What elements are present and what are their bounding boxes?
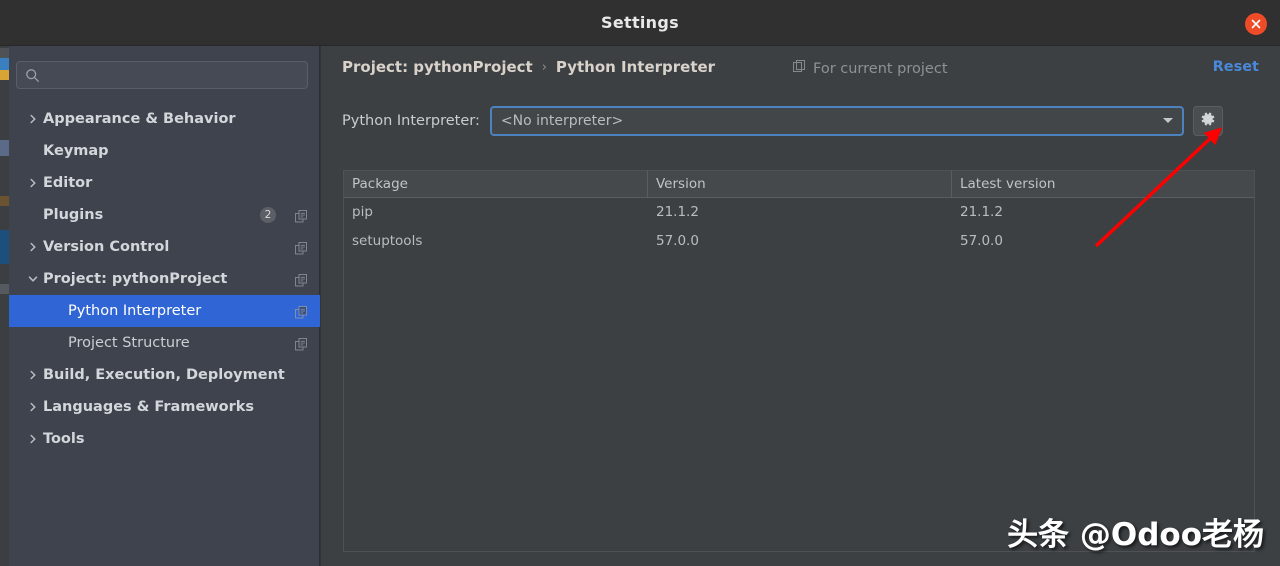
- sidebar-item-tools[interactable]: Tools: [9, 423, 320, 455]
- window-title: Settings: [601, 13, 679, 32]
- sidebar-item-keymap[interactable]: Keymap: [9, 135, 320, 167]
- sidebar-item-label: Python Interpreter: [68, 303, 202, 319]
- chevron-down-icon[interactable]: [1162, 118, 1173, 123]
- chevron-right-icon[interactable]: [23, 434, 43, 444]
- copy-settings-icon[interactable]: [295, 336, 308, 355]
- sidebar-item-build-execution-deployment[interactable]: Build, Execution, Deployment: [9, 359, 320, 391]
- settings-dialog: Settings Appearance & Behavior Keymap Edit…: [0, 0, 1280, 566]
- sidebar-item-label: Project: pythonProject: [43, 271, 228, 287]
- reset-button[interactable]: Reset: [1213, 59, 1259, 75]
- interpreter-value: <No interpreter>: [500, 113, 624, 129]
- settings-tree: Appearance & Behavior Keymap Editor Plugins…: [9, 103, 320, 455]
- sidebar-item-label: Editor: [43, 175, 93, 191]
- table-cell: pip: [352, 204, 373, 220]
- sidebar-item-project-structure[interactable]: Project Structure: [9, 327, 320, 359]
- sidebar-item-version-control[interactable]: Version Control: [9, 231, 320, 263]
- chevron-right-icon[interactable]: [23, 178, 43, 188]
- copy-settings-icon[interactable]: [295, 304, 308, 323]
- chevron-right-icon[interactable]: [23, 242, 43, 252]
- interpreter-dropdown[interactable]: <No interpreter>: [489, 106, 1184, 136]
- breadcrumb-parent[interactable]: Project: pythonProject: [342, 58, 533, 76]
- chevron-right-icon[interactable]: [23, 402, 43, 412]
- column-header-package[interactable]: Package: [344, 171, 648, 198]
- sidebar-item-plugins[interactable]: Plugins 2: [9, 199, 320, 231]
- chevron-down-icon[interactable]: [23, 274, 43, 284]
- project-scope-icon: [793, 60, 806, 77]
- interpreter-row: Python Interpreter: <No interpreter>: [342, 106, 1223, 136]
- sidebar-item-label: Version Control: [43, 239, 170, 255]
- search-box[interactable]: [16, 61, 308, 89]
- title-bar: Settings: [0, 0, 1280, 46]
- sidebar-item-label: Appearance & Behavior: [43, 111, 236, 127]
- search-input[interactable]: [47, 62, 303, 88]
- packages-table-header: Package Version Latest version: [344, 171, 1254, 198]
- settings-content-panel: Project: pythonProject › Python Interpre…: [321, 46, 1280, 566]
- sidebar-item-editor[interactable]: Editor: [9, 167, 320, 199]
- table-row[interactable]: pip 21.1.2 21.1.2: [344, 198, 1254, 227]
- sidebar-item-label: Tools: [43, 431, 85, 447]
- gear-icon: [1200, 111, 1216, 131]
- copy-settings-icon[interactable]: [295, 240, 308, 259]
- breadcrumb-separator-icon: ›: [541, 59, 547, 75]
- sidebar-item-label: Languages & Frameworks: [43, 399, 255, 415]
- packages-table: Package Version Latest version pip 21.1.2 21…: [343, 170, 1255, 552]
- sidebar-item-languages-frameworks[interactable]: Languages & Frameworks: [9, 391, 320, 423]
- column-header-latest-version[interactable]: Latest version: [952, 171, 1254, 198]
- breadcrumb-current: Python Interpreter: [555, 58, 716, 76]
- packages-table-body: pip 21.1.2 21.1.2 setuptools 57.0.0 57.0.0: [344, 198, 1254, 256]
- breadcrumb: Project: pythonProject › Python Interpre…: [342, 58, 715, 76]
- sidebar-item-label: Plugins: [43, 207, 104, 223]
- plugins-update-badge: 2: [260, 207, 276, 223]
- sidebar-item-project-pythonproject[interactable]: Project: pythonProject: [9, 263, 320, 295]
- table-cell: 21.1.2: [960, 204, 1003, 220]
- sidebar-item-appearance-behavior[interactable]: Appearance & Behavior: [9, 103, 320, 135]
- table-row[interactable]: setuptools 57.0.0 57.0.0: [344, 227, 1254, 256]
- settings-sidebar: Appearance & Behavior Keymap Editor Plugins…: [9, 46, 320, 566]
- chevron-right-icon[interactable]: [23, 114, 43, 124]
- copy-settings-icon[interactable]: [295, 272, 308, 291]
- table-cell: setuptools: [352, 233, 423, 249]
- table-cell: 57.0.0: [960, 233, 1003, 249]
- sidebar-item-label: Project Structure: [68, 335, 190, 351]
- sidebar-item-label: Build, Execution, Deployment: [43, 367, 285, 383]
- chevron-right-icon[interactable]: [23, 370, 43, 380]
- scope-note-label: For current project: [813, 60, 948, 77]
- close-icon[interactable]: [1245, 13, 1267, 35]
- copy-settings-icon[interactable]: [295, 208, 308, 227]
- scope-note: For current project: [793, 60, 948, 77]
- table-cell: 21.1.2: [656, 204, 699, 220]
- sidebar-item-python-interpreter[interactable]: Python Interpreter: [9, 295, 320, 327]
- interpreter-label: Python Interpreter:: [342, 113, 480, 129]
- search-icon: [25, 68, 40, 87]
- column-header-version[interactable]: Version: [648, 171, 952, 198]
- sidebar-item-label: Keymap: [43, 143, 109, 159]
- background-ide-strip: [0, 0, 9, 566]
- table-cell: 57.0.0: [656, 233, 699, 249]
- interpreter-settings-button[interactable]: [1192, 106, 1223, 136]
- watermark-text: 头条 @Odoo老杨: [1007, 517, 1264, 553]
